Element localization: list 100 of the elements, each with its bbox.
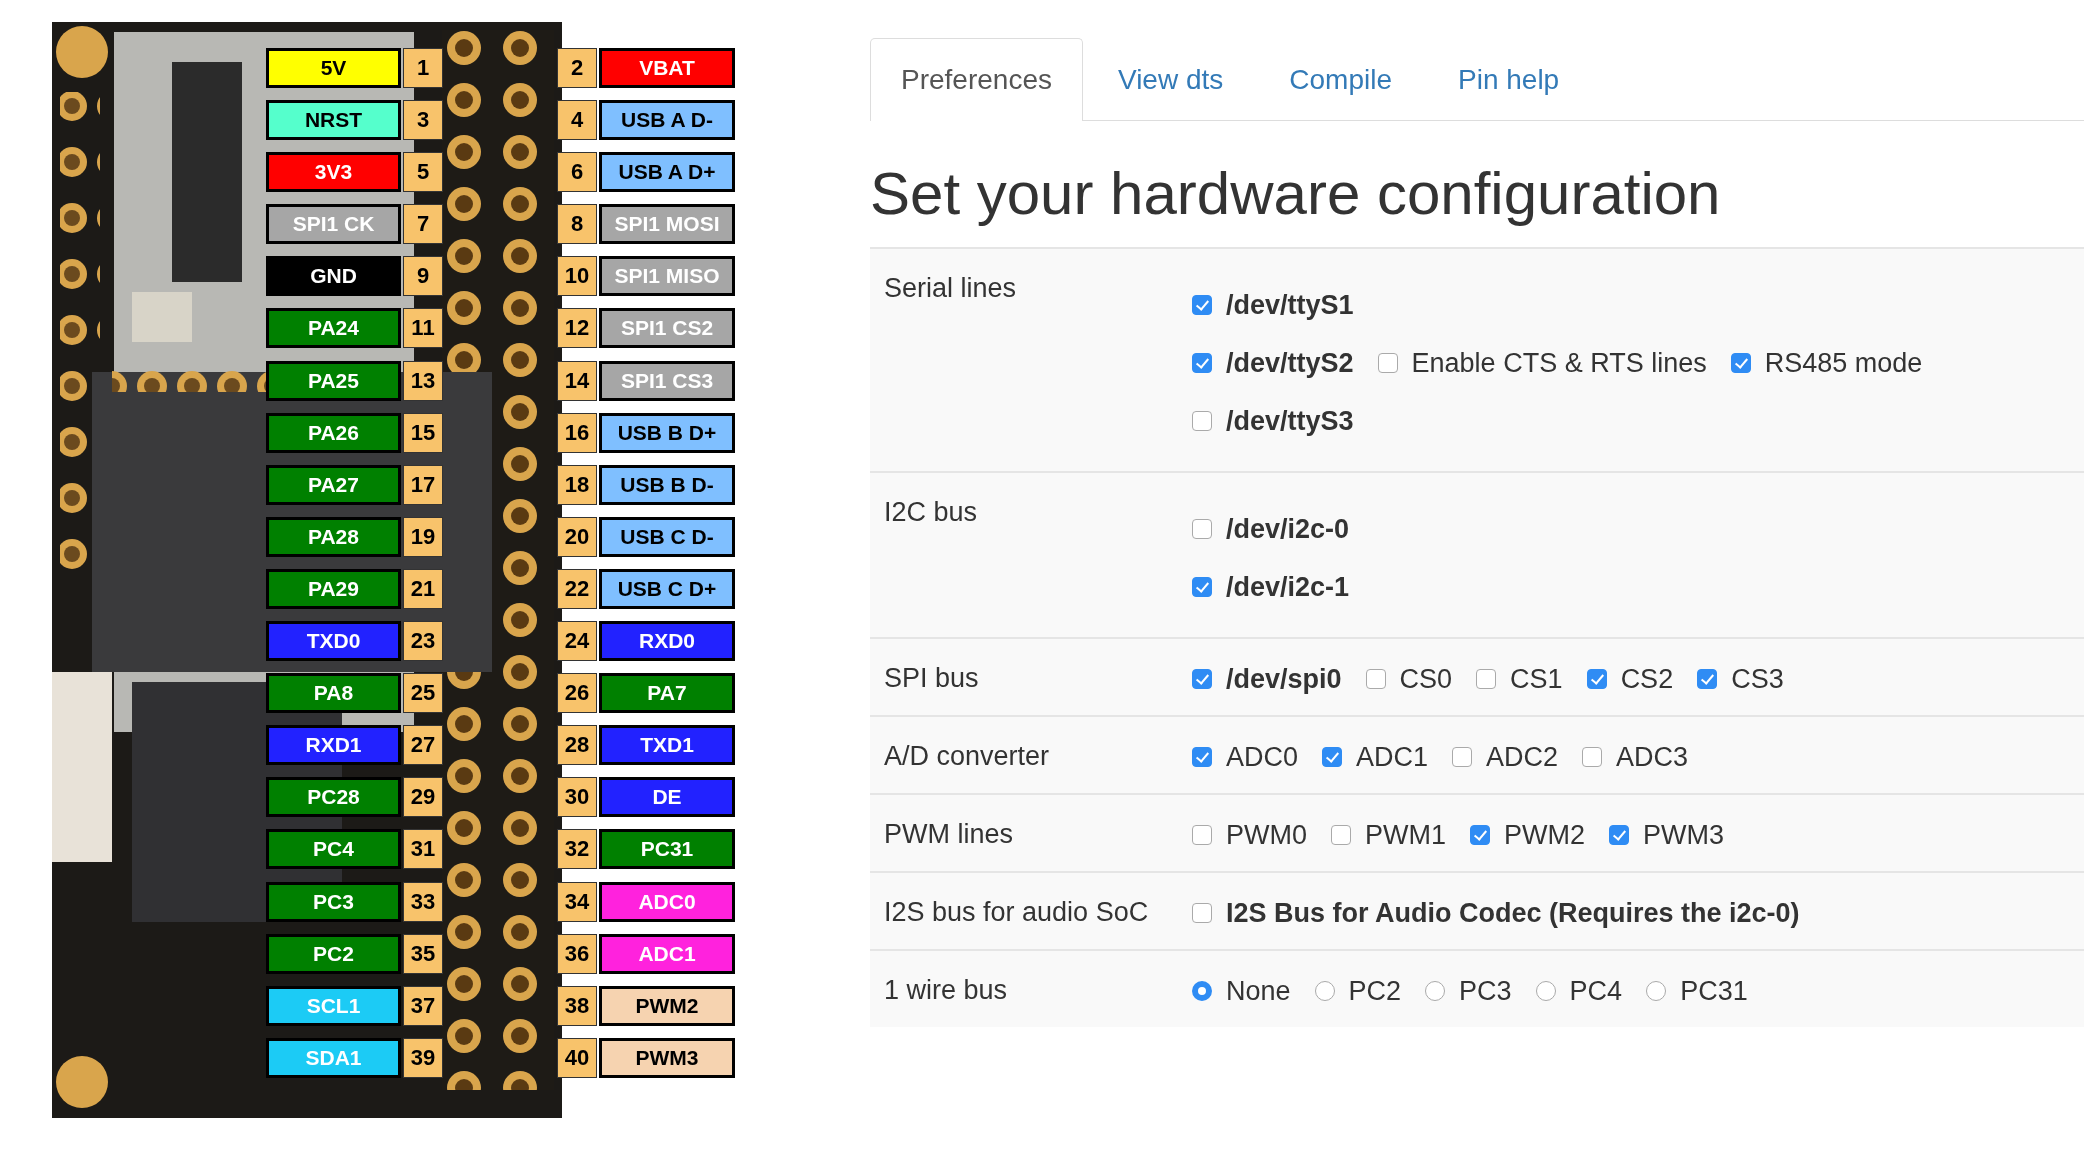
checkbox[interactable]	[1331, 825, 1351, 845]
checkbox[interactable]	[1609, 825, 1629, 845]
checkbox[interactable]	[1476, 669, 1497, 689]
pin-number: 31	[403, 829, 443, 870]
pin-number: 30	[557, 777, 597, 818]
checkbox[interactable]	[1452, 747, 1473, 767]
pin-label: 3V3	[266, 152, 401, 193]
checkbox[interactable]	[1192, 747, 1212, 767]
section-label: I2S bus for audio SoC	[884, 896, 1150, 929]
radio-button[interactable]	[1425, 981, 1446, 1001]
tab[interactable]: Compile	[1258, 38, 1423, 120]
section-label: 1 wire bus	[884, 974, 1009, 1007]
pin-label: PC4	[266, 829, 401, 870]
checkbox[interactable]	[1192, 353, 1212, 373]
pin-label: SPI1 CS2	[599, 308, 735, 349]
pin-label: GND	[266, 256, 401, 297]
option-label: /dev/spi0	[1226, 663, 1342, 695]
pin-label: PWM3	[599, 1037, 735, 1078]
pin-number: 39	[403, 1037, 443, 1078]
option-label: PC4	[1569, 975, 1623, 1007]
option-label: I2S Bus for Audio Codec (Requires the i2c-0)	[1226, 897, 1800, 929]
option-label: ADC1	[1356, 741, 1429, 773]
radio-button[interactable]	[1646, 981, 1667, 1001]
pin-number: 33	[403, 881, 443, 922]
checkbox[interactable]	[1470, 825, 1490, 845]
pin-number: 36	[557, 933, 597, 974]
option-label: PWM3	[1643, 819, 1724, 851]
pin-label: SDA1	[266, 1037, 401, 1078]
checkbox[interactable]	[1730, 353, 1751, 373]
option-label: PC3	[1459, 975, 1512, 1007]
section-label: SPI bus	[884, 662, 980, 695]
option-label: CS3	[1731, 663, 1784, 695]
pin-number: 26	[557, 673, 597, 714]
checkbox[interactable]	[1582, 747, 1603, 767]
option-label: CS2	[1620, 663, 1674, 695]
checkbox[interactable]	[1192, 519, 1212, 539]
option-label: /dev/ttyS2	[1226, 347, 1354, 379]
tab[interactable]: Pin help	[1427, 38, 1591, 120]
pin-number: 2	[557, 48, 597, 88]
pin-number: 35	[403, 933, 443, 974]
checkbox[interactable]	[1322, 747, 1343, 767]
option-label: ADC3	[1616, 741, 1689, 773]
pin-label: PC2	[266, 933, 401, 974]
checkbox[interactable]	[1377, 353, 1398, 373]
section-label: A/D converter	[884, 740, 1051, 773]
checkbox[interactable]	[1192, 669, 1212, 689]
pin-label: SPI1 CS3	[599, 360, 735, 401]
pin-label: USB B D+	[599, 412, 735, 453]
option-label: /dev/ttyS1	[1226, 289, 1354, 321]
option-label: /dev/i2c-0	[1226, 513, 1350, 545]
pin-number: 25	[403, 673, 443, 714]
option-label: PC2	[1348, 975, 1402, 1007]
pin-label: USB C D-	[599, 516, 735, 557]
pin-label: PA25	[266, 360, 401, 401]
option-label: CS1	[1510, 663, 1563, 695]
pin-label: DE	[599, 777, 735, 818]
tab[interactable]: Preferences	[870, 38, 1083, 121]
radio-button[interactable]	[1192, 981, 1212, 1001]
option-label: RS485 mode	[1764, 347, 1923, 379]
radio-button[interactable]	[1314, 981, 1335, 1001]
pin-number: 5	[403, 152, 443, 193]
checkbox[interactable]	[1192, 295, 1212, 315]
pin-label: ADC1	[599, 933, 735, 974]
pin-label: USB C D+	[599, 568, 735, 609]
pin-number: 10	[557, 256, 597, 297]
checkbox[interactable]	[1192, 577, 1212, 597]
pin-label: PA27	[266, 464, 401, 505]
pin-label: 5V	[266, 48, 401, 88]
pin-number: 11	[403, 308, 443, 349]
section-label: PWM lines	[884, 818, 1014, 851]
pin-number: 15	[403, 412, 443, 453]
pin-label: SPI1 CK	[266, 204, 401, 245]
pin-number: 17	[403, 464, 443, 505]
tab[interactable]: View dts	[1086, 38, 1255, 120]
checkbox[interactable]	[1192, 411, 1212, 431]
checkbox[interactable]	[1192, 825, 1212, 845]
pin-number: 27	[403, 725, 443, 766]
pin-number: 28	[557, 725, 597, 766]
option-label: CS0	[1399, 663, 1453, 695]
radio-button[interactable]	[1535, 981, 1556, 1001]
pin-label: PC31	[599, 829, 735, 870]
pin-number: 1	[403, 48, 443, 88]
pin-label: RXD1	[266, 725, 401, 766]
option-label: ADC2	[1486, 741, 1559, 773]
checkbox[interactable]	[1365, 669, 1386, 689]
pin-number: 34	[557, 881, 597, 922]
pin-number: 8	[557, 204, 597, 245]
checkbox[interactable]	[1192, 903, 1212, 923]
pin-number: 14	[557, 360, 597, 401]
pin-number: 13	[403, 360, 443, 401]
pin-number: 12	[557, 308, 597, 349]
pin-number: 19	[403, 516, 443, 557]
checkbox[interactable]	[1586, 669, 1607, 689]
pin-label: PA8	[266, 673, 401, 714]
section-label: Serial lines	[884, 272, 1018, 305]
pin-label: PWM2	[599, 985, 735, 1026]
pin-number: 38	[557, 985, 597, 1026]
pin-label: PC28	[266, 777, 401, 818]
pin-label: USB A D+	[599, 152, 735, 193]
checkbox[interactable]	[1697, 669, 1718, 689]
